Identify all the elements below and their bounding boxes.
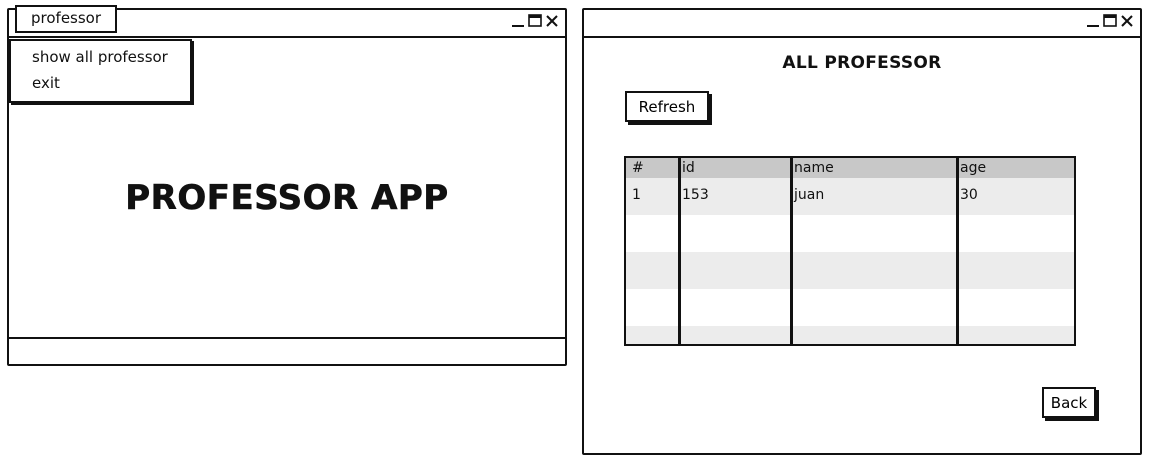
menu-item-show-all-professor[interactable]: show all professor: [32, 48, 168, 66]
cell-age: 30: [960, 187, 978, 203]
column-divider: [790, 158, 793, 344]
table-row-empty[interactable]: [626, 252, 1074, 289]
page-title: ALL PROFESSOR: [782, 53, 942, 73]
cell-id: 153: [682, 187, 709, 203]
close-icon[interactable]: [1120, 13, 1134, 29]
column-header-number[interactable]: #: [632, 158, 644, 178]
column-divider: [956, 158, 959, 344]
title-bar: [584, 10, 1140, 38]
minimize-icon[interactable]: [1086, 13, 1100, 29]
column-header-name[interactable]: name: [794, 158, 834, 178]
app-title: PROFESSOR APP: [125, 178, 449, 219]
cell-name: juan: [794, 187, 825, 203]
professor-table[interactable]: # id name age 1 153 juan 30: [624, 156, 1076, 346]
menu-professor[interactable]: professor: [15, 5, 117, 33]
close-icon[interactable]: [545, 13, 559, 29]
status-bar: [9, 337, 565, 364]
window-controls: [1086, 13, 1134, 29]
table-header-row: # id name age: [626, 158, 1074, 178]
column-header-age[interactable]: age: [960, 158, 986, 178]
professor-app-window: professor show all professor exit PROFES…: [7, 5, 567, 366]
maximize-icon[interactable]: [528, 13, 542, 29]
minimize-icon[interactable]: [511, 13, 525, 29]
menu-item-exit[interactable]: exit: [32, 74, 60, 92]
professor-menu-dropdown: show all professor exit: [9, 39, 192, 103]
column-divider: [678, 158, 681, 344]
table-row-empty[interactable]: [626, 289, 1074, 326]
table-row-empty[interactable]: [626, 215, 1074, 252]
all-professor-window: ALL PROFESSOR Refresh # id name age 1 15…: [582, 8, 1142, 455]
window-controls: [511, 13, 559, 29]
refresh-button[interactable]: Refresh: [625, 91, 709, 122]
table-row-empty[interactable]: [626, 326, 1074, 344]
maximize-icon[interactable]: [1103, 13, 1117, 29]
back-button[interactable]: Back: [1042, 387, 1096, 418]
cell-number: 1: [632, 187, 641, 203]
table-row[interactable]: 1 153 juan 30: [626, 178, 1074, 215]
column-header-id[interactable]: id: [682, 158, 695, 178]
